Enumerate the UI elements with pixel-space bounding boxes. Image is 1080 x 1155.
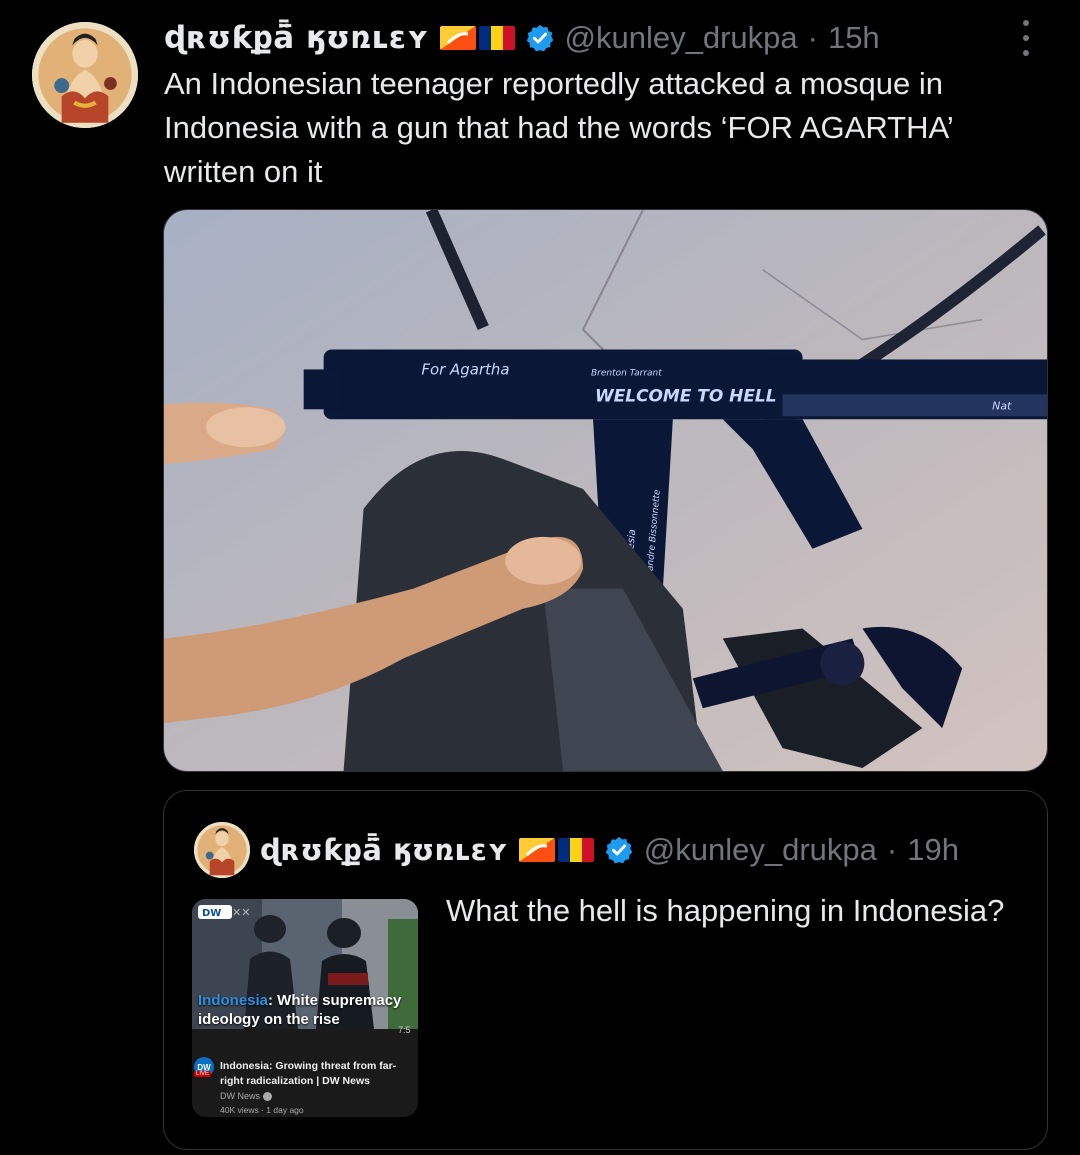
quoted-tweet-text: What the hell is happening in Indonesia? [446, 893, 1005, 928]
romania-flag-icon [557, 838, 594, 862]
svg-text:✕✕: ✕✕ [232, 906, 250, 919]
quoted-tweet-header: ɖʀʊƙքǟ̄ ӄʊռʟɛʏ @kunley_drukpa · 19h [194, 822, 959, 878]
channel-name: DW News [220, 1091, 260, 1101]
bhutan-flag-icon [439, 26, 476, 50]
svg-text:Brenton Tarrant: Brenton Tarrant [591, 368, 662, 378]
video-meta: 40K views · 1 day ago [220, 1105, 304, 1115]
quoted-author-avatar[interactable] [194, 822, 250, 878]
quoted-tweet-timestamp[interactable]: 19h [907, 832, 959, 868]
bhutan-flag-icon [518, 838, 555, 862]
quoted-video-thumbnail[interactable]: DW ✕✕ Indonesia: White supremacy ideolog… [192, 899, 418, 1117]
verified-badge-icon[interactable] [604, 835, 634, 865]
live-badge: LIVE [194, 1071, 212, 1077]
author-display-name[interactable]: ɖʀʊƙքǟ̄ ӄʊռʟɛʏ [164, 20, 430, 56]
quoted-author-flags [518, 838, 594, 862]
verified-badge-icon[interactable] [525, 23, 555, 53]
video-channel: DW News [220, 1091, 272, 1101]
author-avatar[interactable] [32, 22, 138, 128]
more-options-icon[interactable] [1013, 20, 1039, 56]
svg-text:Nat: Nat [992, 399, 1012, 412]
romania-flag-icon [478, 26, 515, 50]
gun-photo-image: For Agartha Brenton Tarrant WELCOME TO H… [164, 210, 1047, 771]
tweet-text: An Indonesian teenager reportedly attack… [164, 66, 953, 189]
caption-highlight: Indonesia [198, 992, 269, 1009]
avatar-artwork-icon [194, 822, 250, 878]
separator-dot: · [807, 20, 818, 55]
tweet-header: ɖʀʊƙքǟ̄ ӄʊռʟɛʏ @kunley_drukpa · 15h [164, 16, 880, 60]
avatar-artwork-icon [32, 22, 138, 128]
author-handle[interactable]: @kunley_drukpa [565, 20, 798, 56]
video-duration: 7:5 [398, 1025, 411, 1035]
video-title: Indonesia: Growing threat from far-right… [220, 1060, 397, 1087]
tweet-photo[interactable]: For Agartha Brenton Tarrant WELCOME TO H… [163, 209, 1048, 772]
tweet-timestamp[interactable]: 15h [828, 20, 880, 56]
quoted-author-handle[interactable]: @kunley_drukpa [644, 832, 877, 868]
tweet[interactable]: ɖʀʊƙքǟ̄ ӄʊռʟɛʏ @kunley_drukpa · 15h An I… [0, 0, 1080, 1155]
thumbnail-caption: Indonesia: White supremacy ideology on t… [198, 991, 414, 1029]
author-flags [439, 26, 515, 50]
svg-text:For Agartha: For Agartha [421, 360, 509, 378]
video-info: DW LIVE Indonesia: Growing threat from f… [192, 1049, 418, 1117]
quoted-tweet[interactable]: ɖʀʊƙքǟ̄ ӄʊռʟɛʏ @kunley_drukpa · 19h DW ✕… [163, 790, 1048, 1150]
quoted-author-display-name[interactable]: ɖʀʊƙքǟ̄ ӄʊռʟɛʏ [260, 833, 509, 867]
channel-verified-icon [263, 1091, 272, 1101]
svg-text:WELCOME TO HELL: WELCOME TO HELL [595, 385, 777, 405]
svg-text:DW: DW [202, 908, 221, 919]
separator-dot: · [886, 832, 898, 867]
